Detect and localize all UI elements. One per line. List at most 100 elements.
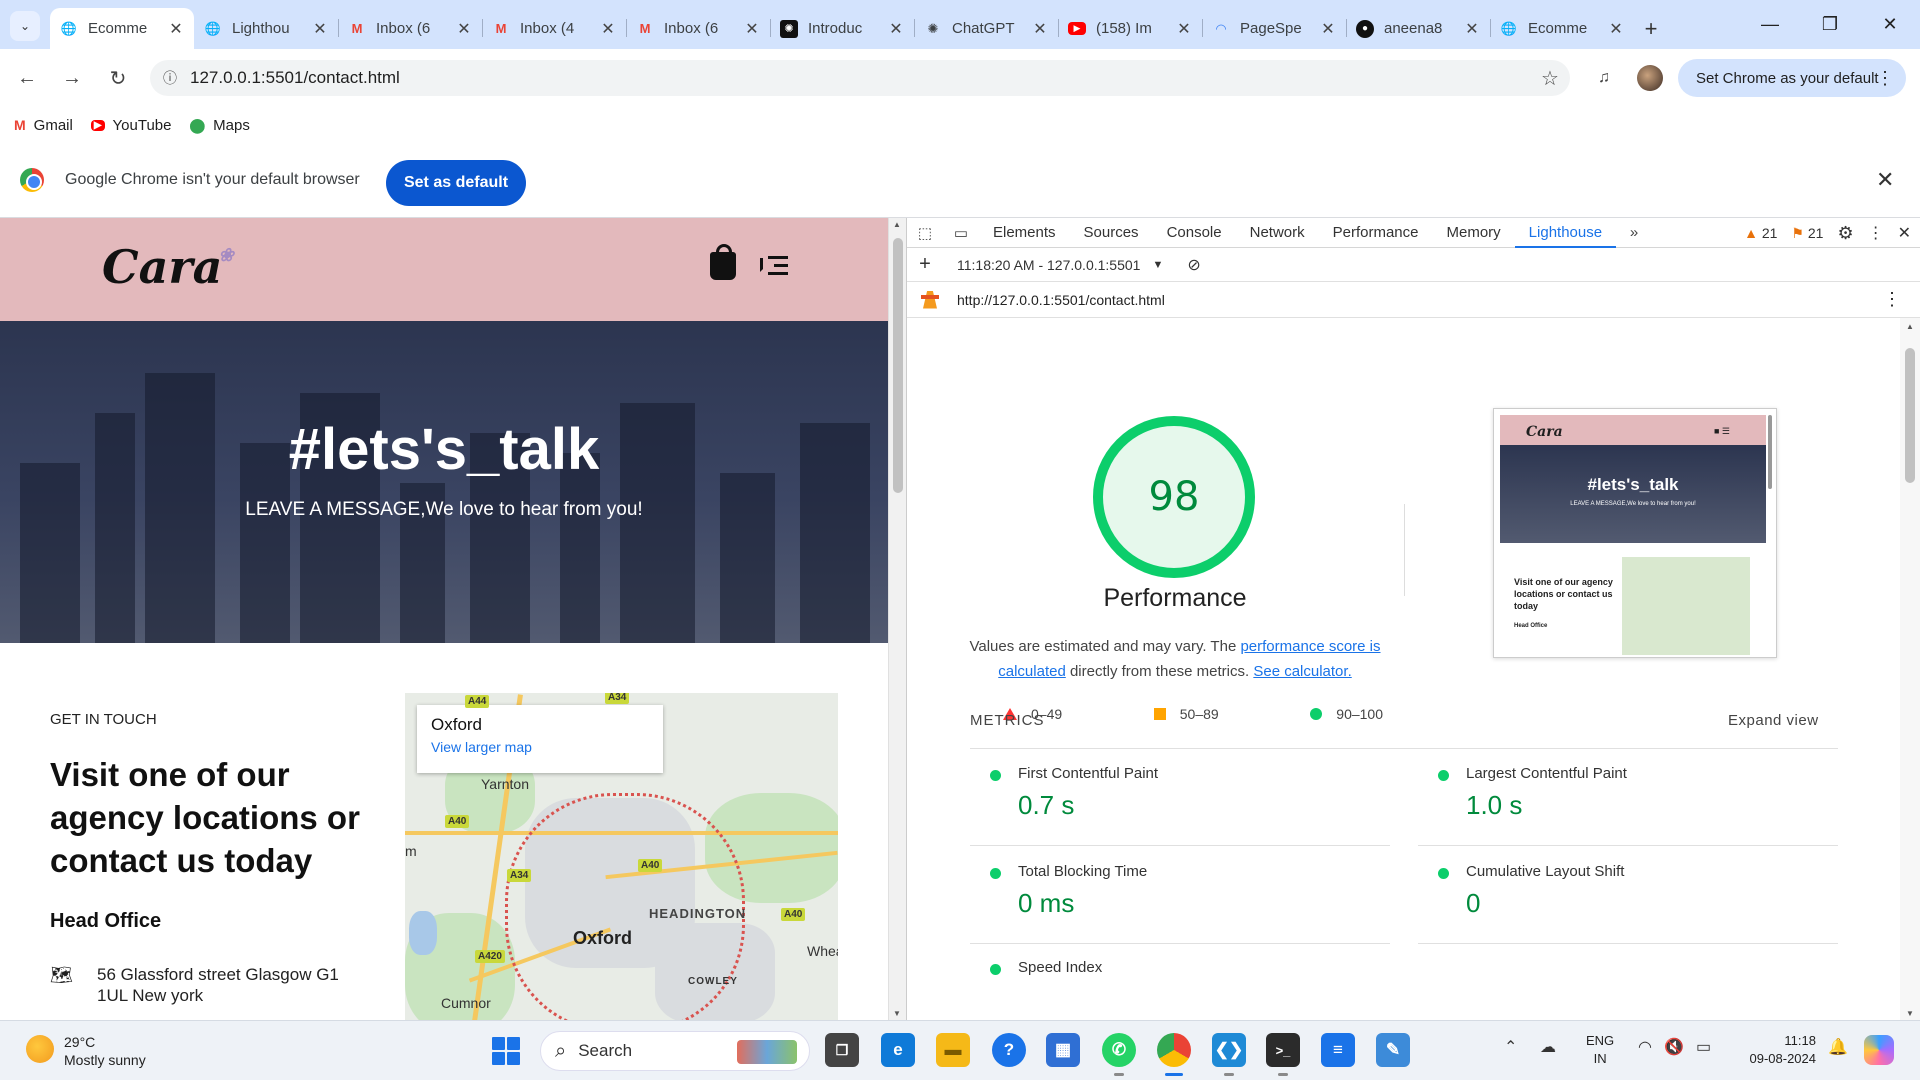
- close-tab-icon[interactable]: ✕: [600, 19, 616, 39]
- battery-icon[interactable]: ▭: [1696, 1037, 1711, 1057]
- tab-console[interactable]: Console: [1153, 218, 1236, 248]
- report-selector[interactable]: 11:18:20 AM - 127.0.0.1:5501: [943, 257, 1140, 273]
- tab-introducing[interactable]: ✺ Introduc ✕: [770, 8, 914, 49]
- scroll-thumb[interactable]: [893, 238, 903, 493]
- google-map-embed[interactable]: Oxford View larger map A44 A34 A40 A34 A…: [405, 693, 838, 1020]
- url-text[interactable]: 127.0.0.1:5501/contact.html: [190, 68, 1530, 88]
- expand-view-toggle[interactable]: Expand view: [1728, 712, 1819, 729]
- bookmark-star-icon[interactable]: ☆: [1530, 66, 1570, 91]
- restore-icon[interactable]: ❐: [1800, 0, 1860, 49]
- tab-github[interactable]: ● aneena8 ✕: [1346, 8, 1490, 49]
- close-tab-icon[interactable]: ✕: [1176, 19, 1192, 39]
- notepad-icon[interactable]: ≡: [1321, 1033, 1355, 1067]
- tab-elements[interactable]: Elements: [979, 218, 1070, 248]
- close-tab-icon[interactable]: ✕: [1608, 19, 1624, 39]
- tab-lighthouse[interactable]: 🌐 Lighthou ✕: [194, 8, 338, 49]
- profile-avatar[interactable]: [1637, 65, 1663, 91]
- scroll-up-icon[interactable]: ▲: [1906, 322, 1914, 331]
- tray-chevron-icon[interactable]: ⌃: [1504, 1037, 1517, 1057]
- clock[interactable]: 11:18 09-08-2024: [1736, 1032, 1817, 1068]
- tab-youtube[interactable]: ▶ (158) Im ✕: [1058, 8, 1202, 49]
- back-icon[interactable]: ←: [12, 63, 42, 93]
- language-indicator[interactable]: ENG IN: [1586, 1032, 1614, 1068]
- chrome-icon[interactable]: [1157, 1033, 1191, 1076]
- taskbar-search[interactable]: ⌕ Search: [540, 1031, 810, 1071]
- scroll-up-icon[interactable]: ▲: [893, 220, 901, 229]
- weather-sun-icon[interactable]: [26, 1035, 54, 1063]
- scroll-down-icon[interactable]: ▼: [893, 1009, 901, 1018]
- tab-chatgpt[interactable]: ✺ ChatGPT ✕: [914, 8, 1058, 49]
- tab-ecommerce-active[interactable]: 🌐 Ecomme ✕: [50, 8, 194, 49]
- cara-logo[interactable]: Cara❀: [102, 240, 238, 294]
- close-tab-icon[interactable]: ✕: [456, 19, 472, 39]
- vscode-icon[interactable]: ❮❯: [1212, 1033, 1246, 1076]
- whatsapp-icon[interactable]: ✆: [1102, 1033, 1136, 1076]
- site-info-icon[interactable]: ⓘ: [150, 68, 190, 88]
- tab-sources[interactable]: Sources: [1070, 218, 1153, 248]
- tab-ecommerce-2[interactable]: 🌐 Ecomme ✕: [1490, 8, 1634, 49]
- notification-bell-icon[interactable]: 🔔: [1828, 1037, 1848, 1057]
- onedrive-icon[interactable]: ☁: [1540, 1037, 1556, 1057]
- final-screenshot-thumbnail[interactable]: Cara ■ ☰ #lets's_talk LEAVE A MESSAGE,We…: [1493, 408, 1777, 658]
- close-tab-icon[interactable]: ✕: [1032, 19, 1048, 39]
- file-explorer-icon[interactable]: ▬: [936, 1033, 970, 1067]
- performance-gauge[interactable]: 98: [1093, 416, 1255, 578]
- menu-icon[interactable]: [760, 254, 788, 278]
- view-larger-map-link[interactable]: View larger map: [431, 739, 649, 755]
- forward-icon[interactable]: →: [57, 63, 87, 93]
- issues-count[interactable]: ⚑ 21: [1791, 225, 1823, 242]
- weather-widget[interactable]: 29°C Mostly sunny: [64, 1033, 146, 1069]
- shopping-bag-icon[interactable]: [710, 244, 736, 280]
- chevron-down-icon[interactable]: ▼: [1152, 259, 1163, 271]
- bookmark-maps[interactable]: ⬤ Maps: [190, 117, 250, 134]
- close-window-icon[interactable]: ✕: [1860, 0, 1920, 49]
- more-tabs-icon[interactable]: »: [1616, 224, 1652, 241]
- tab-inbox-3[interactable]: M Inbox (6 ✕: [626, 8, 770, 49]
- new-report-icon[interactable]: +: [907, 253, 943, 276]
- page-scrollbar[interactable]: ▲ ▼: [888, 218, 906, 1020]
- report-menu-icon[interactable]: ⋮: [1883, 289, 1901, 310]
- photos-icon[interactable]: ✎: [1376, 1033, 1410, 1067]
- new-tab-button[interactable]: +: [1634, 8, 1668, 49]
- tab-memory[interactable]: Memory: [1433, 218, 1515, 248]
- close-tab-icon[interactable]: ✕: [312, 19, 328, 39]
- close-tab-icon[interactable]: ✕: [744, 19, 760, 39]
- address-bar[interactable]: ⓘ 127.0.0.1:5501/contact.html ☆: [150, 60, 1570, 96]
- clear-reports-icon[interactable]: ⊘: [1187, 255, 1200, 275]
- set-chrome-default-button[interactable]: Set Chrome as your default ⋮: [1678, 59, 1906, 97]
- tab-search-button[interactable]: ⌄: [10, 11, 40, 41]
- copilot-icon[interactable]: [1864, 1035, 1894, 1065]
- store-icon[interactable]: ▦: [1046, 1033, 1080, 1067]
- inspect-element-icon[interactable]: ⬚: [907, 224, 943, 242]
- report-scrollbar[interactable]: ▲ ▼: [1900, 318, 1920, 1020]
- tab-performance[interactable]: Performance: [1319, 218, 1433, 248]
- devtools-menu-icon[interactable]: ⋮: [1868, 223, 1884, 243]
- wifi-icon[interactable]: ◠: [1638, 1037, 1652, 1057]
- start-button[interactable]: [492, 1037, 520, 1065]
- tab-pagespeed[interactable]: ◠ PageSpe ✕: [1202, 8, 1346, 49]
- terminal-icon[interactable]: >_: [1266, 1033, 1300, 1076]
- close-devtools-icon[interactable]: ✕: [1898, 223, 1911, 243]
- tab-lighthouse[interactable]: Lighthouse: [1514, 218, 1617, 248]
- tab-inbox-2[interactable]: M Inbox (4 ✕: [482, 8, 626, 49]
- media-control-icon[interactable]: ♫: [1590, 64, 1618, 92]
- task-view-icon[interactable]: ❐: [825, 1033, 859, 1067]
- help-icon[interactable]: ?: [992, 1033, 1026, 1067]
- close-tab-icon[interactable]: ✕: [1320, 19, 1336, 39]
- scroll-thumb[interactable]: [1905, 348, 1915, 483]
- bookmark-youtube[interactable]: ▶ YouTube: [90, 117, 172, 134]
- close-tab-icon[interactable]: ✕: [888, 19, 904, 39]
- reload-icon[interactable]: ↻: [103, 63, 133, 93]
- settings-gear-icon[interactable]: ⚙: [1837, 223, 1853, 244]
- device-toolbar-icon[interactable]: ▭: [943, 224, 979, 242]
- close-infobar-icon[interactable]: ✕: [1876, 167, 1894, 193]
- tab-inbox-1[interactable]: M Inbox (6 ✕: [338, 8, 482, 49]
- warnings-count[interactable]: ▲ 21: [1744, 225, 1777, 241]
- chrome-menu-icon[interactable]: ⋮: [1876, 68, 1894, 89]
- see-calculator-link[interactable]: See calculator.: [1253, 663, 1351, 680]
- close-tab-icon[interactable]: ✕: [1464, 19, 1480, 39]
- edge-icon[interactable]: e: [881, 1033, 915, 1067]
- set-as-default-button[interactable]: Set as default: [386, 160, 526, 206]
- volume-muted-icon[interactable]: 🔇: [1664, 1037, 1684, 1057]
- close-tab-icon[interactable]: ✕: [168, 19, 184, 39]
